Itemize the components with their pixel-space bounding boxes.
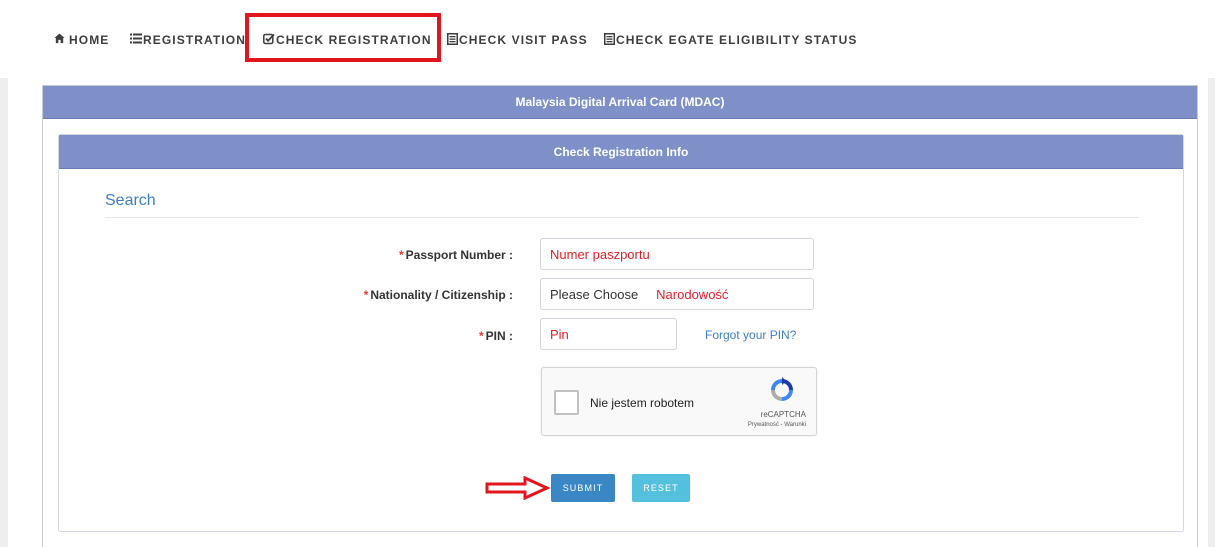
nav-check-egate-eligibility-label: CHECK EGATE ELIGIBILITY STATUS [616,33,858,47]
mdac-panel-title: Malaysia Digital Arrival Card (MDAC) [43,86,1197,119]
passport-number-input[interactable]: Numer paszportu [540,238,814,270]
nationality-selected-value: Please Choose [550,286,639,302]
pin-label-text: PIN : [485,329,513,343]
recaptcha-label: Nie jestem robotem [590,396,695,410]
check-registration-panel: Check Registration Info Search * Passport… [58,134,1184,532]
recaptcha-logo-icon [768,376,796,404]
home-icon [54,33,65,47]
list-icon [130,33,142,47]
nav-check-visit-pass[interactable]: CHECK VISIT PASS [447,32,588,48]
nationality-annotation: Narodowość [656,286,729,302]
top-navigation: HOME REGISTRATION CHECK REGISTRATION CHE… [0,0,1215,78]
nav-home-label: HOME [69,33,110,47]
arrow-annotation-icon [485,476,551,500]
document-icon [447,32,458,48]
nav-home[interactable]: HOME [54,32,109,48]
nav-registration-label: REGISTRATION [143,33,246,47]
recaptcha-widget: Nie jestem robotem reCAPTCHA Prywatność … [541,367,817,436]
highlight-annotation-box [245,13,441,62]
recaptcha-brand: reCAPTCHA [760,410,806,419]
nav-registration[interactable]: REGISTRATION [130,32,246,48]
document-icon [604,32,615,48]
pin-value: Pin [550,326,569,342]
forgot-pin-link[interactable]: Forgot your PIN? [705,328,796,342]
recaptcha-checkbox[interactable] [554,390,579,415]
nav-check-visit-pass-label: CHECK VISIT PASS [459,33,588,47]
pin-label: * PIN : [479,329,513,343]
reset-button[interactable]: RESET [632,474,690,502]
submit-button[interactable]: SUBMIT [551,474,615,502]
nav-check-egate-eligibility[interactable]: CHECK EGATE ELIGIBILITY STATUS [604,32,857,48]
required-mark: * [478,329,484,343]
search-section-title: Search [105,192,156,209]
mdac-panel: Malaysia Digital Arrival Card (MDAC) Che… [42,85,1198,547]
recaptcha-privacy-terms[interactable]: Prywatność - Warunki [748,422,806,428]
passport-number-label-text: Passport Number : [405,248,513,262]
required-mark: * [363,288,369,302]
check-registration-title: Check Registration Info [59,135,1183,169]
divider [105,217,1139,218]
required-mark: * [398,248,404,262]
passport-number-label: * Passport Number : [399,248,513,262]
nationality-label-text: Nationality / Citizenship : [370,288,513,302]
pin-input[interactable]: Pin [540,318,677,350]
nationality-label: * Nationality / Citizenship : [364,288,513,302]
passport-number-value: Numer paszportu [550,246,650,262]
nationality-select[interactable]: Please Choose Narodowość [540,278,814,310]
